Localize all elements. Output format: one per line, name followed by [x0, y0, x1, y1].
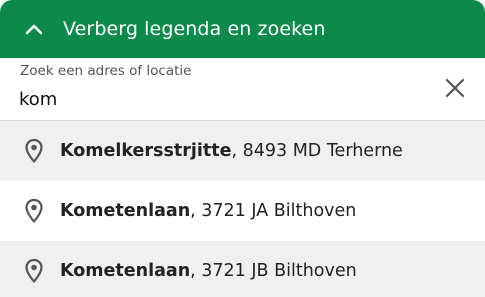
search-label: Zoek een adres of locatie: [20, 63, 192, 79]
search-results-list: Komelkersstrjitte, 8493 MD Terherne Kome…: [0, 121, 485, 297]
map-pin-icon: [23, 258, 45, 284]
result-street-name: Komelkersstrjitte: [60, 141, 232, 161]
header-title: Verberg legenda en zoeken: [63, 18, 326, 40]
result-address: , 3721 JA Bilthoven: [190, 201, 357, 221]
legend-search-panel: Verberg legenda en zoeken Zoek een adres…: [0, 0, 485, 297]
close-icon[interactable]: [443, 76, 467, 100]
result-address: , 3721 JB Bilthoven: [190, 261, 357, 281]
result-label: Kometenlaan, 3721 JB Bilthoven: [60, 261, 357, 281]
search-result-item[interactable]: Kometenlaan, 3721 JB Bilthoven: [0, 241, 485, 297]
toggle-legend-search-button[interactable]: Verberg legenda en zoeken: [0, 0, 485, 58]
result-address: , 8493 MD Terherne: [231, 141, 403, 161]
map-pin-icon: [23, 198, 45, 224]
search-result-item[interactable]: Komelkersstrjitte, 8493 MD Terherne: [0, 121, 485, 181]
result-label: Komelkersstrjitte, 8493 MD Terherne: [60, 141, 403, 161]
search-input[interactable]: [19, 86, 419, 112]
search-box: Zoek een adres of locatie: [0, 58, 485, 121]
result-street-name: Kometenlaan: [60, 201, 191, 221]
result-label: Kometenlaan, 3721 JA Bilthoven: [60, 201, 356, 221]
map-pin-icon: [23, 138, 45, 164]
result-street-name: Kometenlaan: [60, 261, 191, 281]
search-result-item[interactable]: Kometenlaan, 3721 JA Bilthoven: [0, 181, 485, 241]
chevron-up-icon: [23, 18, 45, 40]
